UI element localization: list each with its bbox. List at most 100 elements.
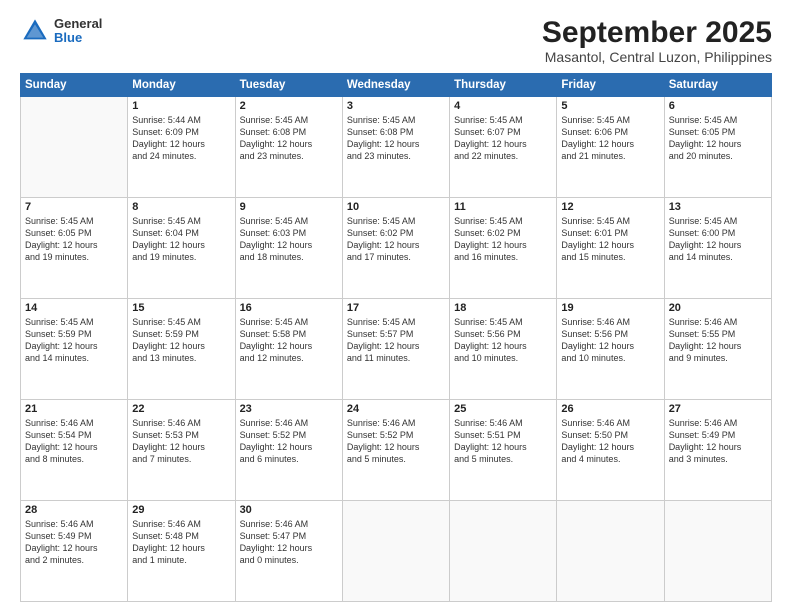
week-row-2: 7 Sunrise: 5:45 AM Sunset: 6:05 PM Daylig… — [21, 198, 772, 299]
calendar-cell: 13 Sunrise: 5:45 AM Sunset: 6:00 PM Dayli… — [664, 198, 771, 299]
day-number: 17 — [347, 302, 445, 314]
calendar-cell: 15 Sunrise: 5:45 AM Sunset: 5:59 PM Dayli… — [128, 299, 235, 400]
logo-blue: Blue — [54, 31, 102, 45]
calendar-cell: 4 Sunrise: 5:45 AM Sunset: 6:07 PM Daylig… — [450, 97, 557, 198]
calendar-cell: 5 Sunrise: 5:45 AM Sunset: 6:06 PM Daylig… — [557, 97, 664, 198]
day-info: Sunrise: 5:46 AM Sunset: 5:48 PM Dayligh… — [132, 518, 230, 567]
calendar-table: SundayMondayTuesdayWednesdayThursdayFrid… — [20, 73, 772, 602]
day-info: Sunrise: 5:46 AM Sunset: 5:52 PM Dayligh… — [240, 417, 338, 466]
calendar-cell — [342, 501, 449, 602]
logo-general: General — [54, 17, 102, 31]
subtitle: Masantol, Central Luzon, Philippines — [542, 49, 772, 65]
calendar-header-row: SundayMondayTuesdayWednesdayThursdayFrid… — [21, 74, 772, 97]
day-number: 6 — [669, 100, 767, 112]
calendar-cell: 27 Sunrise: 5:46 AM Sunset: 5:49 PM Dayli… — [664, 400, 771, 501]
day-header-friday: Friday — [557, 74, 664, 97]
day-number: 23 — [240, 403, 338, 415]
day-number: 14 — [25, 302, 123, 314]
day-info: Sunrise: 5:46 AM Sunset: 5:56 PM Dayligh… — [561, 316, 659, 365]
day-number: 20 — [669, 302, 767, 314]
day-info: Sunrise: 5:44 AM Sunset: 6:09 PM Dayligh… — [132, 114, 230, 163]
day-header-thursday: Thursday — [450, 74, 557, 97]
calendar-cell: 9 Sunrise: 5:45 AM Sunset: 6:03 PM Daylig… — [235, 198, 342, 299]
calendar-cell — [450, 501, 557, 602]
calendar-cell: 24Sunrise: 5:46 AM Sunset: 5:52 PM Dayli… — [342, 400, 449, 501]
day-number: 13 — [669, 201, 767, 213]
calendar-cell: 12Sunrise: 5:45 AM Sunset: 6:01 PM Dayli… — [557, 198, 664, 299]
calendar-cell: 30Sunrise: 5:46 AM Sunset: 5:47 PM Dayli… — [235, 501, 342, 602]
calendar-cell: 11 Sunrise: 5:45 AM Sunset: 6:02 PM Dayli… — [450, 198, 557, 299]
day-info: Sunrise: 5:45 AM Sunset: 5:59 PM Dayligh… — [25, 316, 123, 365]
day-number: 27 — [669, 403, 767, 415]
header: General Blue September 2025 Masantol, Ce… — [20, 16, 772, 65]
day-info: Sunrise: 5:46 AM Sunset: 5:55 PM Dayligh… — [669, 316, 767, 365]
calendar-cell — [664, 501, 771, 602]
day-info: Sunrise: 5:45 AM Sunset: 5:58 PM Dayligh… — [240, 316, 338, 365]
day-number: 7 — [25, 201, 123, 213]
week-row-3: 14 Sunrise: 5:45 AM Sunset: 5:59 PM Dayli… — [21, 299, 772, 400]
day-number: 19 — [561, 302, 659, 314]
day-info: Sunrise: 5:45 AM Sunset: 5:56 PM Dayligh… — [454, 316, 552, 365]
week-row-1: 1Sunrise: 5:44 AM Sunset: 6:09 PM Daylig… — [21, 97, 772, 198]
calendar-cell: 23 Sunrise: 5:46 AM Sunset: 5:52 PM Dayli… — [235, 400, 342, 501]
calendar-cell: 10Sunrise: 5:45 AM Sunset: 6:02 PM Dayli… — [342, 198, 449, 299]
day-number: 8 — [132, 201, 230, 213]
calendar-cell — [557, 501, 664, 602]
calendar-cell: 8 Sunrise: 5:45 AM Sunset: 6:04 PM Daylig… — [128, 198, 235, 299]
day-info: Sunrise: 5:45 AM Sunset: 6:00 PM Dayligh… — [669, 215, 767, 264]
day-number: 10 — [347, 201, 445, 213]
day-header-tuesday: Tuesday — [235, 74, 342, 97]
day-info: Sunrise: 5:45 AM Sunset: 6:02 PM Dayligh… — [454, 215, 552, 264]
day-info: Sunrise: 5:45 AM Sunset: 6:01 PM Dayligh… — [561, 215, 659, 264]
day-header-monday: Monday — [128, 74, 235, 97]
day-info: Sunrise: 5:45 AM Sunset: 6:08 PM Dayligh… — [240, 114, 338, 163]
day-info: Sunrise: 5:46 AM Sunset: 5:53 PM Dayligh… — [132, 417, 230, 466]
day-info: Sunrise: 5:45 AM Sunset: 6:08 PM Dayligh… — [347, 114, 445, 163]
day-info: Sunrise: 5:45 AM Sunset: 5:57 PM Dayligh… — [347, 316, 445, 365]
day-number: 26 — [561, 403, 659, 415]
calendar-cell: 25Sunrise: 5:46 AM Sunset: 5:51 PM Dayli… — [450, 400, 557, 501]
day-number: 2 — [240, 100, 338, 112]
day-number: 4 — [454, 100, 552, 112]
day-info: Sunrise: 5:45 AM Sunset: 5:59 PM Dayligh… — [132, 316, 230, 365]
calendar-cell: 2 Sunrise: 5:45 AM Sunset: 6:08 PM Daylig… — [235, 97, 342, 198]
day-header-sunday: Sunday — [21, 74, 128, 97]
calendar-cell: 22 Sunrise: 5:46 AM Sunset: 5:53 PM Dayli… — [128, 400, 235, 501]
day-number: 5 — [561, 100, 659, 112]
calendar-cell: 20 Sunrise: 5:46 AM Sunset: 5:55 PM Dayli… — [664, 299, 771, 400]
day-info: Sunrise: 5:45 AM Sunset: 6:07 PM Dayligh… — [454, 114, 552, 163]
day-number: 22 — [132, 403, 230, 415]
logo-icon — [20, 16, 50, 46]
day-number: 9 — [240, 201, 338, 213]
calendar-cell: 26Sunrise: 5:46 AM Sunset: 5:50 PM Dayli… — [557, 400, 664, 501]
week-row-5: 28 Sunrise: 5:46 AM Sunset: 5:49 PM Dayli… — [21, 501, 772, 602]
day-info: Sunrise: 5:45 AM Sunset: 6:03 PM Dayligh… — [240, 215, 338, 264]
calendar-cell: 19 Sunrise: 5:46 AM Sunset: 5:56 PM Dayli… — [557, 299, 664, 400]
day-number: 16 — [240, 302, 338, 314]
calendar-cell: 17 Sunrise: 5:45 AM Sunset: 5:57 PM Dayli… — [342, 299, 449, 400]
day-info: Sunrise: 5:46 AM Sunset: 5:51 PM Dayligh… — [454, 417, 552, 466]
day-number: 30 — [240, 504, 338, 516]
calendar-cell — [21, 97, 128, 198]
page: General Blue September 2025 Masantol, Ce… — [0, 0, 792, 612]
day-number: 18 — [454, 302, 552, 314]
calendar-cell: 18 Sunrise: 5:45 AM Sunset: 5:56 PM Dayli… — [450, 299, 557, 400]
day-info: Sunrise: 5:46 AM Sunset: 5:49 PM Dayligh… — [669, 417, 767, 466]
day-number: 3 — [347, 100, 445, 112]
day-number: 28 — [25, 504, 123, 516]
day-info: Sunrise: 5:45 AM Sunset: 6:06 PM Dayligh… — [561, 114, 659, 163]
day-info: Sunrise: 5:46 AM Sunset: 5:54 PM Dayligh… — [25, 417, 123, 466]
calendar-cell: 16 Sunrise: 5:45 AM Sunset: 5:58 PM Dayli… — [235, 299, 342, 400]
main-title: September 2025 — [542, 16, 772, 49]
calendar-cell: 28 Sunrise: 5:46 AM Sunset: 5:49 PM Dayli… — [21, 501, 128, 602]
day-info: Sunrise: 5:45 AM Sunset: 6:04 PM Dayligh… — [132, 215, 230, 264]
day-number: 15 — [132, 302, 230, 314]
day-info: Sunrise: 5:46 AM Sunset: 5:49 PM Dayligh… — [25, 518, 123, 567]
logo-text: General Blue — [54, 17, 102, 46]
week-row-4: 21Sunrise: 5:46 AM Sunset: 5:54 PM Dayli… — [21, 400, 772, 501]
day-number: 11 — [454, 201, 552, 213]
day-info: Sunrise: 5:45 AM Sunset: 6:05 PM Dayligh… — [25, 215, 123, 264]
calendar-cell: 1Sunrise: 5:44 AM Sunset: 6:09 PM Daylig… — [128, 97, 235, 198]
title-block: September 2025 Masantol, Central Luzon, … — [542, 16, 772, 65]
logo: General Blue — [20, 16, 102, 46]
